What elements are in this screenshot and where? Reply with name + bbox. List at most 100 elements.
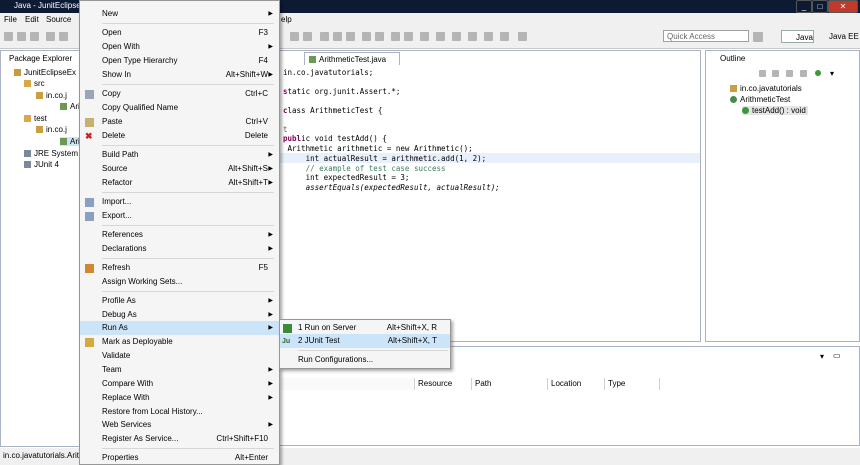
tree-item-junit[interactable]: JUnit 4 — [24, 160, 59, 169]
tree-item-test[interactable]: test — [24, 114, 47, 123]
menu-item-profile-as[interactable]: Profile As ▶ — [80, 294, 279, 308]
outline-item-method[interactable]: testAdd() : void — [742, 106, 808, 115]
code-line-assert[interactable]: assertEquals(expectedResult, actualResul… — [283, 183, 500, 192]
menu-item-source[interactable]: Source Alt+Shift+S ▶ — [80, 162, 279, 176]
menu-item-show-in[interactable]: Show In Alt+Shift+W ▶ — [80, 68, 279, 82]
menu-item-new[interactable]: New ▶ — [80, 7, 279, 21]
perspective-javaee[interactable]: Java EE — [817, 30, 860, 43]
code-line[interactable]: in.co.javatutorials; — [283, 68, 373, 77]
outline-item-package[interactable]: in.co.javatutorials — [730, 84, 802, 93]
outline-tab[interactable]: Outline — [720, 54, 745, 63]
tree-item-src[interactable]: src — [24, 79, 45, 88]
back-icon[interactable] — [436, 32, 445, 41]
tree-item-class[interactable]: Ari — [60, 102, 80, 111]
nav-forward-icon[interactable] — [484, 32, 493, 41]
next-annotation-icon[interactable] — [391, 32, 400, 41]
maximize-editor-icon[interactable] — [518, 32, 527, 41]
code-line-comment[interactable]: // example of test case success — [283, 164, 446, 173]
maximize-button[interactable]: □ — [812, 0, 828, 13]
view-menu-icon[interactable]: ▾ — [830, 69, 834, 78]
menu-item-replace-with[interactable]: Replace With ▶ — [80, 391, 279, 405]
menu-item-validate[interactable]: Validate — [80, 349, 279, 363]
menu-item-run-as[interactable]: Run As ▶ — [80, 321, 279, 335]
menu-item-references[interactable]: References ▶ — [80, 228, 279, 242]
menu-source[interactable]: Source — [46, 15, 71, 24]
whitespace-icon[interactable] — [346, 32, 355, 41]
menu-item-team[interactable]: Team ▶ — [80, 363, 279, 377]
prev-annotation-icon[interactable] — [404, 32, 413, 41]
menu-item-copy[interactable]: Copy Ctrl+C — [80, 87, 279, 101]
tree-item-test-package[interactable]: in.co.j — [36, 125, 67, 134]
hide-local-types-icon[interactable] — [815, 70, 821, 76]
hide-static-icon[interactable] — [786, 70, 793, 77]
menu-item-export[interactable]: Export... — [80, 209, 279, 223]
quick-access-input[interactable]: Quick Access — [663, 30, 749, 42]
menu-item-open[interactable]: Open F3 — [80, 26, 279, 40]
code-line-arith[interactable]: Arithmetic arithmetic = new Arithmetic()… — [283, 144, 473, 153]
tree-item-test-class[interactable]: Ari — [60, 137, 80, 146]
menu-item-restore-local-history[interactable]: Restore from Local History... — [80, 405, 279, 419]
new-icon[interactable] — [4, 32, 13, 41]
menu-item-refresh[interactable]: Refresh F5 — [80, 261, 279, 275]
menu-item-mark-as-deployable[interactable]: Mark as Deployable — [80, 335, 279, 349]
run-icon[interactable] — [59, 32, 68, 41]
tree-item-project[interactable]: JunitEclipseEx — [14, 68, 76, 77]
save-icon[interactable] — [17, 32, 26, 41]
toggle-mark-icon[interactable] — [320, 32, 329, 41]
menu-item-paste[interactable]: Paste Ctrl+V — [80, 115, 279, 129]
menu-item-compare-with[interactable]: Compare With ▶ — [80, 377, 279, 391]
forward-icon[interactable] — [452, 32, 461, 41]
code-line-class[interactable]: class ArithmeticTest { — [283, 106, 382, 115]
menu-item-refactor[interactable]: Refactor Alt+Shift+T ▶ — [80, 176, 279, 190]
view-menu-icon[interactable]: ▾ — [820, 352, 824, 361]
minimize-view-icon[interactable]: ▭ — [833, 351, 841, 360]
menu-item-web-services[interactable]: Web Services ▶ — [80, 418, 279, 432]
annotation-icon[interactable] — [333, 32, 342, 41]
menu-item-assign-working-sets[interactable]: Assign Working Sets... — [80, 275, 279, 289]
code-line-actual[interactable]: int actualResult = arithmetic.add(1, 2); — [283, 154, 487, 163]
nav-back-icon[interactable] — [468, 32, 477, 41]
outline-item-class[interactable]: ArithmeticTest — [730, 95, 790, 104]
submenu-item-junit-test[interactable]: Ju 2 JUnit Test Alt+Shift+X, T — [280, 334, 450, 348]
submenu-item-run-on-server[interactable]: 1 Run on Server Alt+Shift+X, R — [280, 321, 450, 335]
menu-item-build-path[interactable]: Build Path ▶ — [80, 148, 279, 162]
debug-icon[interactable] — [46, 32, 55, 41]
menu-item-declarations[interactable]: Declarations ▶ — [80, 242, 279, 256]
close-button[interactable]: ✕ — [828, 0, 858, 13]
search-icon[interactable] — [290, 32, 299, 41]
submenu-item-run-configurations[interactable]: Run Configurations... — [280, 353, 450, 367]
column-header-description[interactable] — [281, 378, 415, 390]
menu-item-properties[interactable]: Properties Alt+Enter — [80, 451, 279, 465]
hide-nonpublic-icon[interactable] — [800, 70, 807, 77]
pin-editor-icon[interactable] — [375, 32, 384, 41]
block-select-icon[interactable] — [362, 32, 371, 41]
perspective-java[interactable]: Java — [781, 30, 814, 43]
tree-item-package[interactable]: in.co.j — [36, 91, 67, 100]
code-line-import[interactable]: static org.junit.Assert.*; — [283, 87, 400, 96]
menu-item-import[interactable]: Import... — [80, 195, 279, 209]
hide-fields-icon[interactable] — [772, 70, 779, 77]
column-header-location[interactable]: Location — [548, 378, 605, 390]
open-type-icon[interactable] — [303, 32, 312, 41]
menu-item-debug-as[interactable]: Debug As ▶ — [80, 308, 279, 322]
code-line-annotation[interactable]: t — [283, 125, 288, 134]
last-edit-icon[interactable] — [420, 32, 429, 41]
menu-edit[interactable]: Edit — [25, 15, 39, 24]
menu-item-register-as-service[interactable]: Register As Service... Ctrl+Shift+F10 — [80, 432, 279, 446]
sort-icon[interactable] — [759, 70, 766, 77]
print-icon[interactable] — [30, 32, 39, 41]
column-header-type[interactable]: Type — [605, 378, 660, 390]
menu-help[interactable]: elp — [281, 15, 292, 24]
code-line-expected[interactable]: int expectedResult = 3; — [283, 173, 410, 182]
menu-item-open-with[interactable]: Open With ▶ — [80, 40, 279, 54]
menu-item-delete[interactable]: ✖ Delete Delete — [80, 129, 279, 143]
editor-tab[interactable]: ArithmeticTest.java — [304, 52, 400, 65]
column-header-path[interactable]: Path — [472, 378, 548, 390]
column-header-resource[interactable]: Resource — [415, 378, 472, 390]
menu-item-open-type-hierarchy[interactable]: Open Type Hierarchy F4 — [80, 54, 279, 68]
menu-file[interactable]: File — [4, 15, 17, 24]
package-explorer-tab[interactable]: Package Explorer — [9, 54, 72, 63]
menu-item-copy-qualified-name[interactable]: Copy Qualified Name — [80, 101, 279, 115]
tree-item-jre[interactable]: JRE System — [24, 149, 78, 158]
nav-menu-icon[interactable] — [500, 32, 509, 41]
